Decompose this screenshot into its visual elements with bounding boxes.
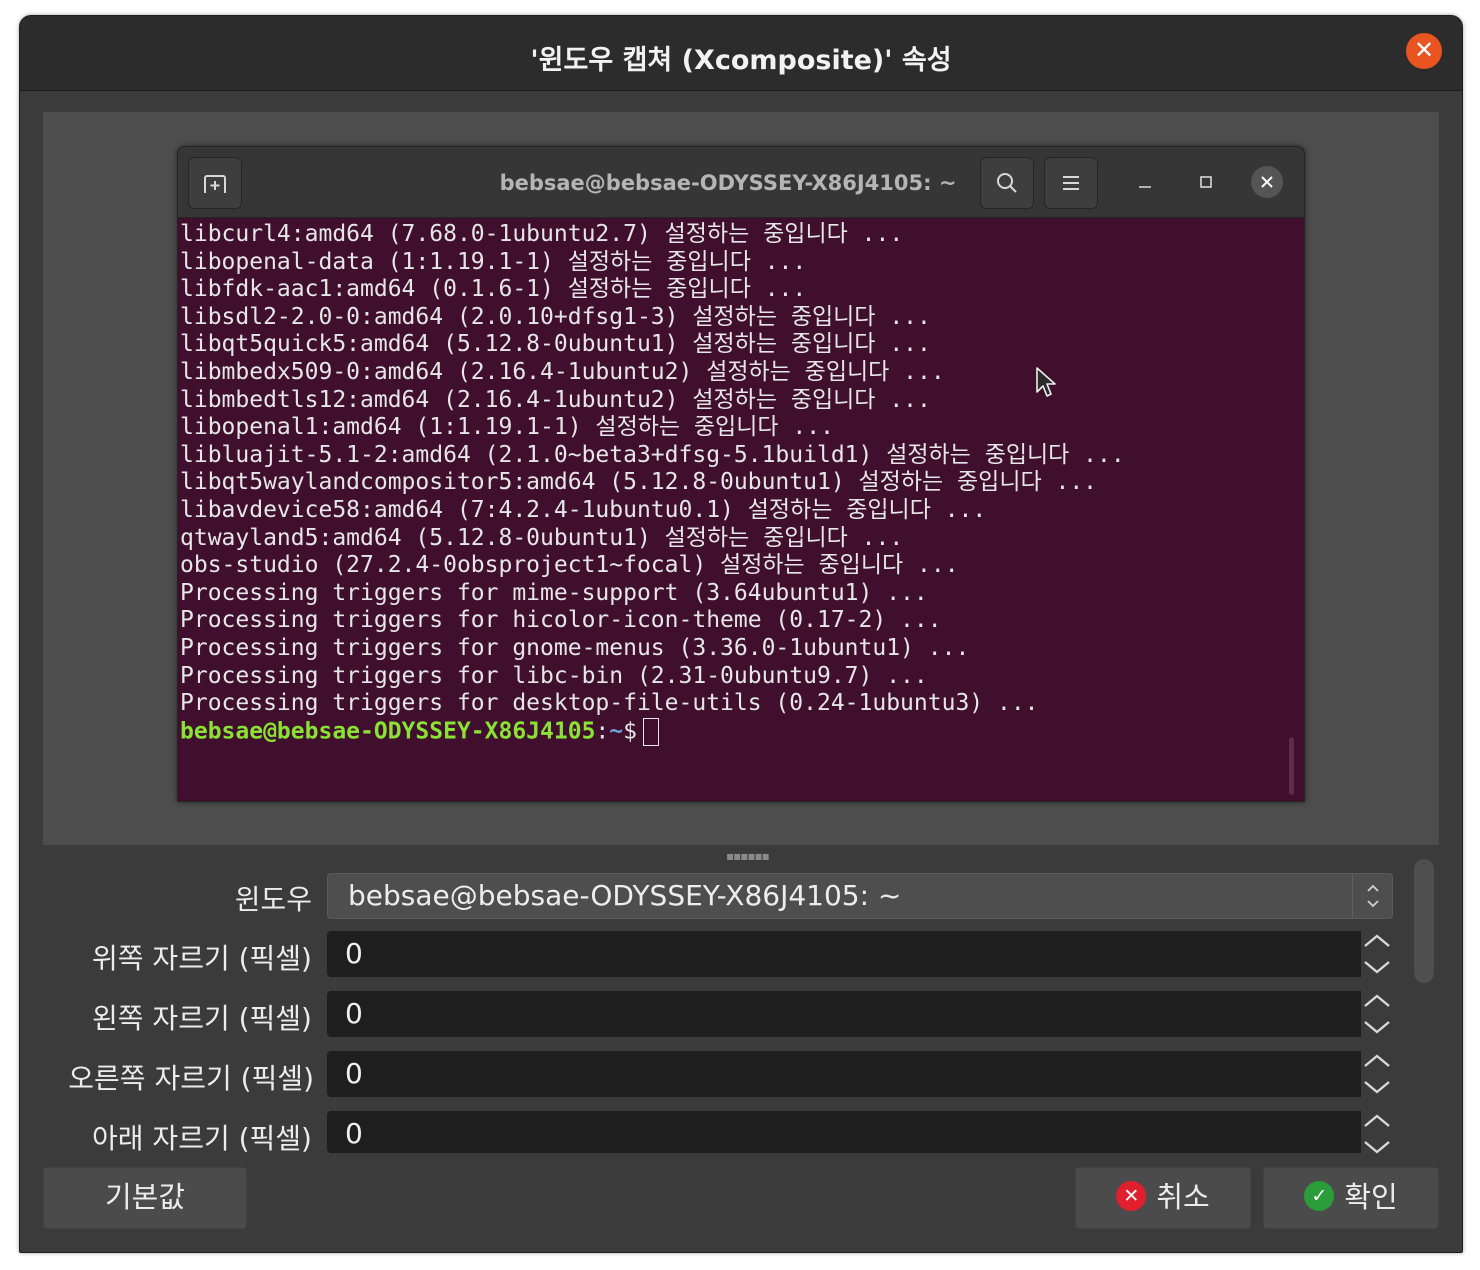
prompt-symbol: $: [623, 718, 637, 745]
prompt-separator: :: [595, 718, 610, 745]
properties-scrollbar[interactable]: [1414, 859, 1434, 983]
minimize-icon: [1129, 166, 1161, 198]
prompt-path: ~: [609, 718, 624, 745]
defaults-button-label: 기본값: [104, 1180, 186, 1214]
terminal-line: libsdl2-2.0-0:amd64 (2.0.10+dfsg1-3) 설정하…: [180, 303, 931, 330]
terminal-line: libopenal1:amd64 (1:1.19.1-1) 설정하는 중입니다 …: [180, 414, 834, 441]
terminal-line: libfdk-aac1:amd64 (0.1.6-1) 설정하는 중입니다 ..…: [180, 276, 807, 303]
capture-preview: bebsae@bebsae-ODYSSEY-X86J4105: ~ libcur…: [43, 112, 1439, 845]
dialog-title: '윈도우 캡쳐 (Xcomposite)' 속성: [530, 45, 952, 76]
maximize-icon: [1190, 166, 1222, 198]
terminal-line: libluajit-5.1-2:amd64 (2.1.0~beta3+dfsg-…: [180, 441, 1125, 468]
terminal-output: libcurl4:amd64 (7.68.0-1ubuntu2.7) 설정하는 …: [180, 221, 1290, 746]
new-tab-icon: [188, 157, 242, 209]
crop-top-input[interactable]: 0: [327, 931, 1361, 977]
terminal-line: obs-studio (27.2.4-0obsproject1~focal) 설…: [180, 552, 959, 579]
terminal-headerbar: bebsae@bebsae-ODYSSEY-X86J4105: ~: [178, 147, 1304, 218]
crop-bottom-stepper[interactable]: [1360, 1111, 1394, 1157]
crop-top-value: 0: [345, 937, 363, 970]
updown-icon: [1352, 874, 1392, 918]
crop-right-value: 0: [345, 1057, 363, 1090]
dialog-titlebar[interactable]: '윈도우 캡쳐 (Xcomposite)' 속성 ✕: [20, 16, 1462, 91]
cancel-button-label: 취소: [1156, 1180, 1210, 1214]
crop-right-input[interactable]: 0: [327, 1051, 1361, 1097]
terminal-line: libavdevice58:amd64 (7:4.2.4-1ubuntu0.1)…: [180, 496, 987, 523]
crop-left-input[interactable]: 0: [327, 991, 1361, 1037]
crop-left-value: 0: [345, 997, 363, 1030]
crop-right-stepper[interactable]: [1360, 1051, 1394, 1097]
prompt-user: bebsae@bebsae-ODYSSEY-X86J4105: [180, 718, 596, 745]
window-select-value: bebsae@bebsae-ODYSSEY-X86J4105: ~: [348, 879, 902, 912]
text-cursor: [643, 717, 659, 746]
menu-icon: [1044, 157, 1098, 209]
defaults-button[interactable]: 기본값: [43, 1167, 247, 1229]
terminal-line: Processing triggers for libc-bin (2.31-0…: [180, 662, 928, 689]
window-label: 윈도우: [234, 883, 312, 916]
crop-left-label: 왼쪽 자르기 (픽셀): [92, 1002, 312, 1035]
cancel-icon: ✕: [1116, 1181, 1147, 1211]
crop-top-label: 위쪽 자르기 (픽셀): [92, 942, 312, 975]
window-select[interactable]: bebsae@bebsae-ODYSSEY-X86J4105: ~: [327, 873, 1393, 919]
splitter-handle[interactable]: ▪▪▪▪▪▪: [726, 849, 770, 863]
terminal-window-preview: bebsae@bebsae-ODYSSEY-X86J4105: ~ libcur…: [177, 146, 1305, 802]
close-icon: [1251, 166, 1283, 198]
mouse-pointer-icon: [1036, 367, 1056, 397]
terminal-line: Processing triggers for hicolor-icon-the…: [180, 607, 942, 634]
terminal-line: libmbedx509-0:amd64 (2.16.4-1ubuntu2) 설정…: [180, 358, 945, 385]
ok-button-label: 확인: [1344, 1180, 1398, 1214]
cancel-button[interactable]: ✕ 취소: [1075, 1167, 1251, 1229]
crop-bottom-input[interactable]: 0: [327, 1111, 1361, 1153]
crop-left-stepper[interactable]: [1360, 991, 1394, 1037]
close-icon[interactable]: ✕: [1406, 33, 1442, 69]
terminal-prompt: bebsae@bebsae-ODYSSEY-X86J4105:~$: [180, 717, 1290, 746]
terminal-line: libqt5quick5:amd64 (5.12.8-0ubuntu1) 설정하…: [180, 331, 931, 358]
terminal-line: qtwayland5:amd64 (5.12.8-0ubuntu1) 설정하는 …: [180, 524, 904, 551]
properties-dialog: '윈도우 캡쳐 (Xcomposite)' 속성 ✕ bebsae@bebsae…: [19, 15, 1463, 1253]
terminal-line: libqt5waylandcompositor5:amd64 (5.12.8-0…: [180, 469, 1098, 496]
terminal-scrollbar: [1289, 737, 1294, 795]
terminal-line: libopenal-data (1:1.19.1-1) 설정하는 중입니다 ..…: [180, 248, 807, 275]
search-icon: [980, 157, 1034, 209]
crop-top-stepper[interactable]: [1360, 931, 1394, 977]
checkmark-icon: ✓: [1304, 1181, 1335, 1211]
terminal-line: libmbedtls12:amd64 (2.16.4-1ubuntu2) 설정하…: [180, 386, 931, 413]
crop-bottom-value: 0: [345, 1117, 363, 1150]
terminal-line: Processing triggers for desktop-file-uti…: [180, 690, 1039, 717]
terminal-title: bebsae@bebsae-ODYSSEY-X86J4105: ~: [499, 171, 957, 195]
terminal-line: libcurl4:amd64 (7.68.0-1ubuntu2.7) 설정하는 …: [180, 221, 904, 247]
crop-right-label: 오른쪽 자르기 (픽셀): [68, 1062, 314, 1095]
ok-button[interactable]: ✓ 확인: [1263, 1167, 1439, 1229]
crop-bottom-label: 아래 자르기 (픽셀): [92, 1122, 312, 1155]
terminal-line: Processing triggers for gnome-menus (3.3…: [180, 634, 970, 661]
terminal-line: Processing triggers for mime-support (3.…: [180, 579, 928, 606]
